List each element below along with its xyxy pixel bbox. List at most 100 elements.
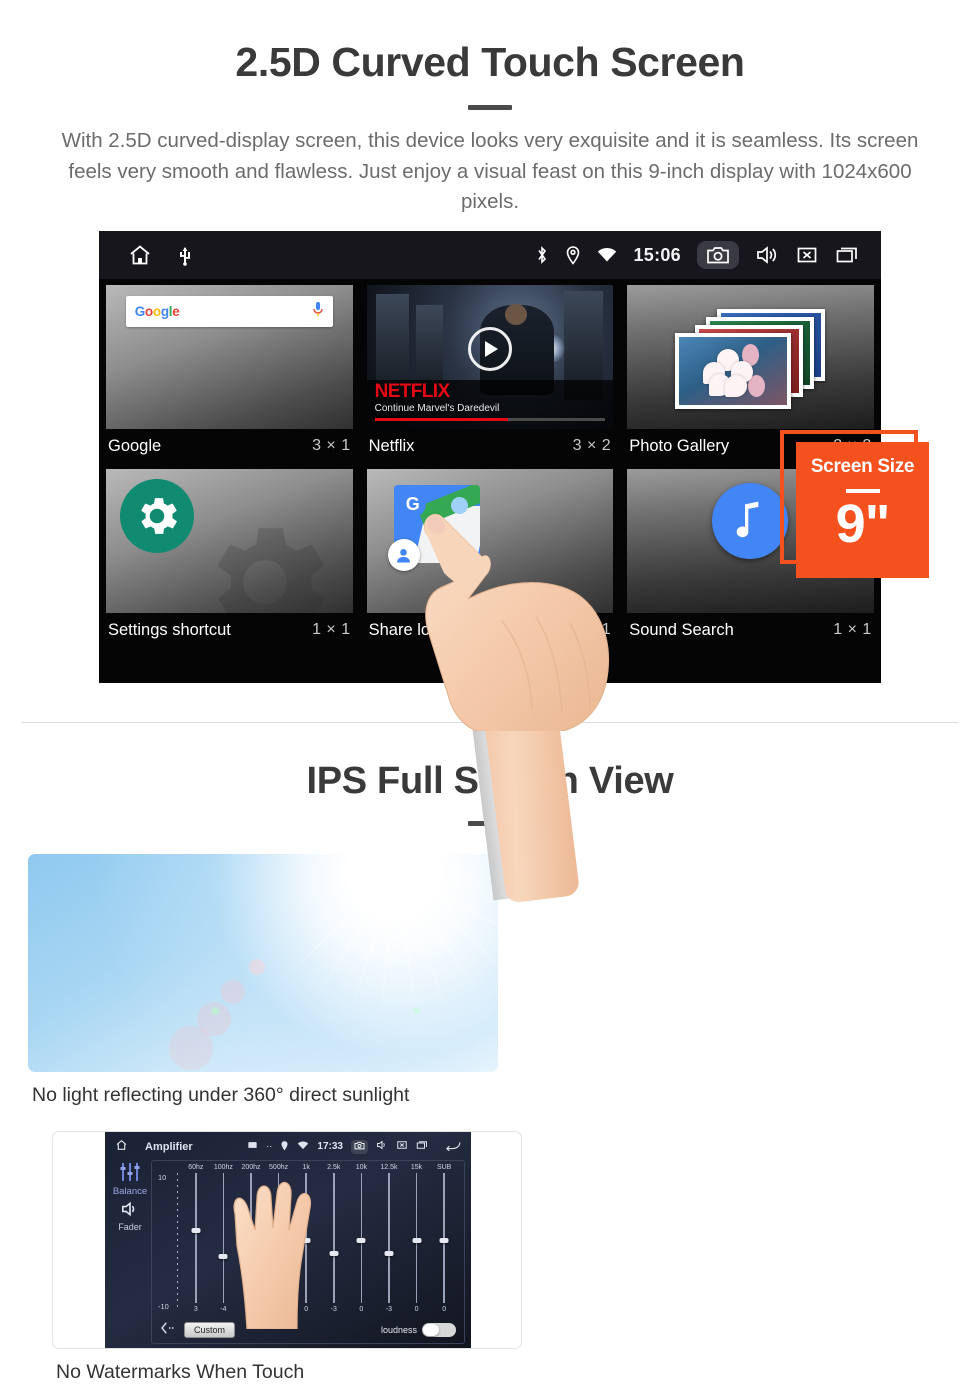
back-arrow-icon[interactable]: [445, 1140, 461, 1154]
netflix-brand: NETFLIX: [374, 381, 451, 403]
volume-icon[interactable]: [376, 1140, 388, 1153]
equalizer-band[interactable]: 10k 0: [348, 1164, 376, 1313]
status-time: 15:06: [633, 244, 681, 265]
widget-google[interactable]: Google Google 3 × 1: [99, 279, 360, 463]
loudness-toggle[interactable]: [422, 1323, 456, 1337]
widget-share-location[interactable]: G Share location 1 × 1: [360, 463, 621, 647]
hand-on-equalizer: [233, 1181, 312, 1329]
widget-label-row: Share location 1 × 1: [367, 613, 614, 647]
gear-watermark-icon: [190, 507, 340, 614]
widget-grid: Google Google 3 × 1 NETFLIX Continue Mar…: [99, 279, 881, 647]
band-value: -3: [385, 1306, 393, 1313]
card-caption: No light reflecting under 360° direct su…: [32, 1084, 410, 1106]
band-slider[interactable]: [329, 1173, 339, 1303]
google-maps-icon: G: [387, 485, 480, 571]
curved-touch-screen-section: 2.5D Curved Touch Screen With 2.5D curve…: [0, 0, 980, 904]
close-box-icon[interactable]: [396, 1140, 408, 1153]
widget-row-1: Google Google 3 × 1 NETFLIX Continue Mar…: [99, 279, 881, 463]
play-icon[interactable]: [467, 326, 512, 371]
card-caption: No Watermarks When Touch: [56, 1361, 305, 1383]
widget-settings-shortcut[interactable]: Settings shortcut 1 × 1: [99, 463, 360, 647]
band-knob[interactable]: [384, 1251, 394, 1256]
band-slider[interactable]: [356, 1173, 366, 1303]
location-icon: [280, 1140, 289, 1154]
widget-size: 1 × 1: [312, 621, 351, 639]
volume-icon[interactable]: [755, 245, 779, 265]
recents-icon[interactable]: [416, 1140, 429, 1153]
widget-netflix[interactable]: NETFLIX Continue Marvel's Daredevil Netf…: [360, 279, 621, 463]
band-value: 0: [359, 1306, 364, 1313]
widget-name: Share location: [368, 620, 475, 639]
camera-icon[interactable]: [697, 241, 739, 270]
fader-label[interactable]: Fader: [109, 1222, 151, 1232]
band-slider[interactable]: [191, 1173, 201, 1303]
widget-row-2: Settings shortcut 1 × 1 G Share location…: [99, 463, 881, 647]
microphone-icon[interactable]: [312, 301, 324, 323]
widget-name: Sound Search: [629, 620, 734, 639]
page-title: 2.5D Curved Touch Screen: [235, 39, 745, 85]
equalizer-icon[interactable]: [118, 1163, 142, 1184]
recents-icon[interactable]: [835, 245, 861, 265]
widget-label-row: Netflix 3 × 2: [367, 429, 614, 463]
music-note-icon: [712, 483, 789, 559]
band-knob[interactable]: [356, 1238, 366, 1243]
band-label: 2.5k: [327, 1164, 341, 1171]
widget-name: Google: [108, 436, 162, 455]
equalizer-band[interactable]: 12.5k -3: [375, 1164, 403, 1313]
photo-stack-icon: [675, 309, 826, 410]
home-icon[interactable]: [127, 243, 153, 267]
band-label: 12.5k: [380, 1164, 398, 1171]
band-value: -3: [330, 1306, 337, 1313]
scale-max: 10: [158, 1173, 167, 1182]
google-search-box[interactable]: Google: [125, 296, 333, 328]
amplifier-time: 17:33: [317, 1141, 343, 1152]
widget-size: 3 × 1: [312, 437, 351, 455]
band-knob[interactable]: [439, 1238, 449, 1243]
more-icon[interactable]: ··: [266, 1141, 272, 1152]
android-screen: 15:06 Google Google 3 × 1 NETFLIX Contin…: [99, 231, 881, 684]
prev-preset-icon[interactable]: [160, 1321, 176, 1339]
product-page: 2.5D Curved Touch Screen With 2.5D curve…: [0, 0, 980, 1394]
band-label: 60hz: [188, 1164, 204, 1171]
amplifier-side-panel: Balance Fader: [105, 1157, 151, 1348]
close-box-icon[interactable]: [795, 245, 819, 265]
band-slider[interactable]: [439, 1173, 449, 1303]
camera-icon[interactable]: [351, 1139, 368, 1154]
band-value: 3: [193, 1306, 198, 1313]
gallery-icon[interactable]: [247, 1140, 258, 1153]
band-slider[interactable]: [218, 1173, 228, 1303]
home-icon[interactable]: [115, 1139, 128, 1154]
netflix-subtitle: Continue Marvel's Daredevil: [374, 403, 500, 415]
widget-name: Photo Gallery: [629, 436, 730, 455]
band-slider[interactable]: [412, 1173, 422, 1303]
amplifier-title: Amplifier: [145, 1140, 193, 1153]
widget-preview-photo-gallery: [627, 285, 874, 430]
band-knob[interactable]: [191, 1227, 201, 1233]
equalizer-band[interactable]: 2.5k -3: [320, 1164, 348, 1313]
band-slider[interactable]: [384, 1173, 394, 1303]
equalizer-band[interactable]: SUB 0: [430, 1164, 458, 1313]
equalizer-scale: 10 -10: [158, 1173, 184, 1311]
google-logo: Google: [134, 304, 180, 320]
speaker-icon[interactable]: [109, 1201, 151, 1219]
widget-preview-netflix: NETFLIX Continue Marvel's Daredevil: [366, 285, 614, 430]
usb-icon: [177, 244, 193, 266]
title-underline: [468, 105, 512, 111]
wifi-icon: [597, 247, 617, 263]
feature-card-grid: No light reflecting under 360° direct su…: [28, 854, 952, 1394]
balance-label[interactable]: Balance: [109, 1186, 151, 1197]
feature-card-watermarks: Amplifier ·· 17:33 Balance Fader 10 -10 …: [52, 1131, 522, 1394]
equalizer-band[interactable]: 60hz 3: [182, 1164, 210, 1313]
widget-size: 1 × 1: [833, 621, 872, 639]
status-bar: 15:06: [99, 231, 881, 280]
equalizer-band[interactable]: 15k 0: [403, 1164, 431, 1313]
widget-preview-settings: [106, 469, 353, 614]
widget-size: 1 × 1: [572, 621, 612, 639]
bluetooth-icon: [535, 245, 549, 265]
band-knob[interactable]: [329, 1251, 339, 1256]
wifi-icon: [297, 1141, 309, 1153]
loudness-control[interactable]: loudness: [381, 1323, 456, 1337]
widget-name: Settings shortcut: [108, 620, 231, 639]
band-knob[interactable]: [412, 1238, 422, 1243]
badge-value: 9": [835, 494, 891, 555]
